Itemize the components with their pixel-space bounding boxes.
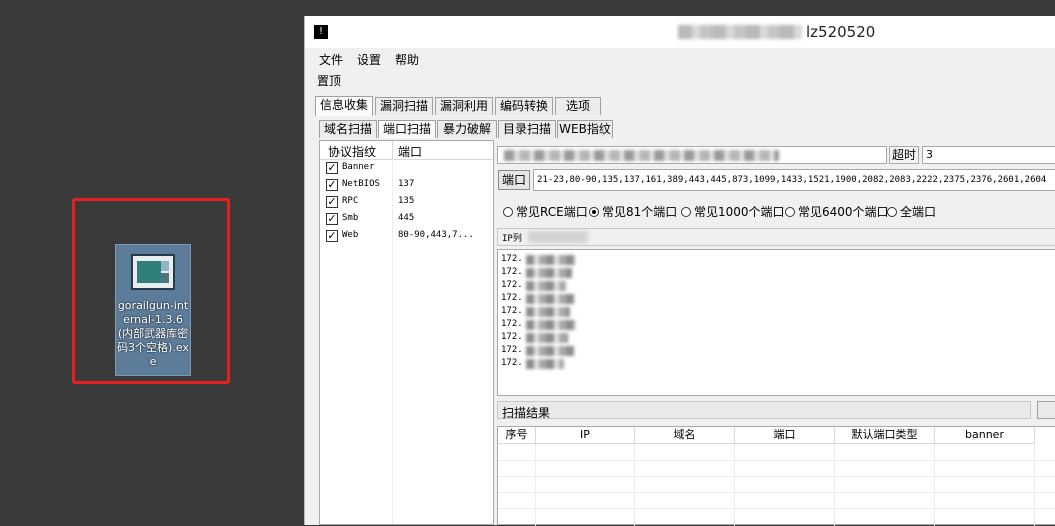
col-index[interactable]: 序号 — [498, 427, 536, 444]
list-item[interactable]: ✓ Web 80-90,443,7... — [320, 228, 493, 245]
app-window-icon — [131, 254, 175, 290]
col-ip[interactable]: IP — [536, 427, 635, 444]
tab-port-scan[interactable]: 端口扫描 — [378, 120, 436, 138]
results-table: 序号 IP 域名 端口 默认端口类型 banner — [497, 426, 1055, 526]
radio-1000-ports[interactable]: 常见1000个端口 — [681, 203, 785, 220]
port-input[interactable]: 21-23,80-90,135,137,161,389,443,445,873,… — [533, 169, 1055, 191]
target-input[interactable] — [497, 146, 887, 164]
timeout-input[interactable]: 3 — [922, 146, 1055, 164]
protocol-list: 协议指纹 端口 ✓ Banner ✓ NetBIOS 137 ✓ RPC 135… — [319, 140, 494, 525]
ip-list-textarea[interactable]: 172. 172. 172. 172. 172. 172. 172. 172. … — [497, 249, 1055, 396]
app-icon: ! — [314, 25, 328, 39]
menu-file[interactable]: 文件 — [319, 51, 343, 68]
results-header: 扫描结果 — [497, 401, 1031, 420]
checkbox[interactable]: ✓ — [326, 230, 338, 242]
col-default-port-type[interactable]: 默认端口类型 — [835, 427, 935, 444]
tab-vuln-exploit[interactable]: 漏洞利用 — [435, 97, 493, 115]
window-title: lz520520 — [806, 23, 876, 41]
tab-options[interactable]: 选项 — [555, 97, 601, 115]
list-item[interactable]: ✓ RPC 135 — [320, 194, 493, 211]
menu-bar: 文件 设置 帮助 — [305, 48, 1055, 70]
menu-settings[interactable]: 设置 — [357, 51, 381, 68]
radio-81-ports[interactable]: 常见81个端口 — [589, 203, 677, 220]
tab-dir-scan[interactable]: 目录扫描 — [498, 120, 556, 138]
tab-brute-force[interactable]: 暴力破解 — [437, 120, 497, 138]
tab-domain-scan[interactable]: 域名扫描 — [319, 120, 377, 138]
radio-rce-ports[interactable]: 常见RCE端口 — [503, 203, 588, 220]
menu-help[interactable]: 帮助 — [395, 51, 419, 68]
title-bar: ! lz520520 — [305, 16, 1055, 48]
tab-info-gathering[interactable]: 信息收集 — [315, 96, 373, 116]
col-domain[interactable]: 域名 — [635, 427, 735, 444]
list-item[interactable]: ✓ NetBIOS 137 — [320, 177, 493, 194]
col-port[interactable]: 端口 — [398, 143, 422, 160]
timeout-label: 超时 — [889, 146, 919, 164]
tab-web-fingerprint[interactable]: WEB指纹 — [557, 120, 613, 138]
protocol-list-header: 协议指纹 端口 — [320, 141, 493, 160]
results-action-button[interactable] — [1037, 401, 1055, 419]
list-item[interactable]: ✓ Smb 445 — [320, 211, 493, 228]
tab-encoding[interactable]: 编码转换 — [495, 97, 553, 115]
col-banner[interactable]: banner — [935, 427, 1035, 444]
tab-vuln-scan[interactable]: 漏洞扫描 — [375, 97, 433, 115]
radio-6400-ports[interactable]: 常见6400个端口 — [785, 203, 889, 220]
checkbox[interactable]: ✓ — [326, 179, 338, 191]
target-redacted — [504, 150, 779, 161]
desktop-file-icon[interactable]: gorailgun-internal-1.3.6(内部武器库密码3个空格).ex… — [115, 244, 191, 376]
checkbox[interactable]: ✓ — [326, 162, 338, 174]
checkbox[interactable]: ✓ — [326, 213, 338, 225]
ip-list-header: IP列 — [497, 228, 1055, 246]
app-window: ! lz520520 文件 设置 帮助 置顶 信息收集 漏洞扫描 漏洞利用 编码… — [304, 16, 1055, 526]
pin-top-toggle[interactable]: 置顶 — [317, 72, 341, 89]
desktop-file-label: gorailgun-internal-1.3.6(内部武器库密码3个空格).ex… — [117, 299, 189, 368]
col-protocol[interactable]: 协议指纹 — [328, 143, 376, 160]
port-preset-group: 常见RCE端口 常见81个端口 常见1000个端口 常见6400个端口 全端口 — [497, 200, 1055, 222]
title-redacted — [678, 25, 802, 39]
checkbox[interactable]: ✓ — [326, 196, 338, 208]
col-port-result[interactable]: 端口 — [735, 427, 835, 444]
radio-all-ports[interactable]: 全端口 — [887, 203, 936, 220]
port-button[interactable]: 端口 — [498, 170, 530, 190]
list-item[interactable]: ✓ Banner — [320, 160, 493, 177]
